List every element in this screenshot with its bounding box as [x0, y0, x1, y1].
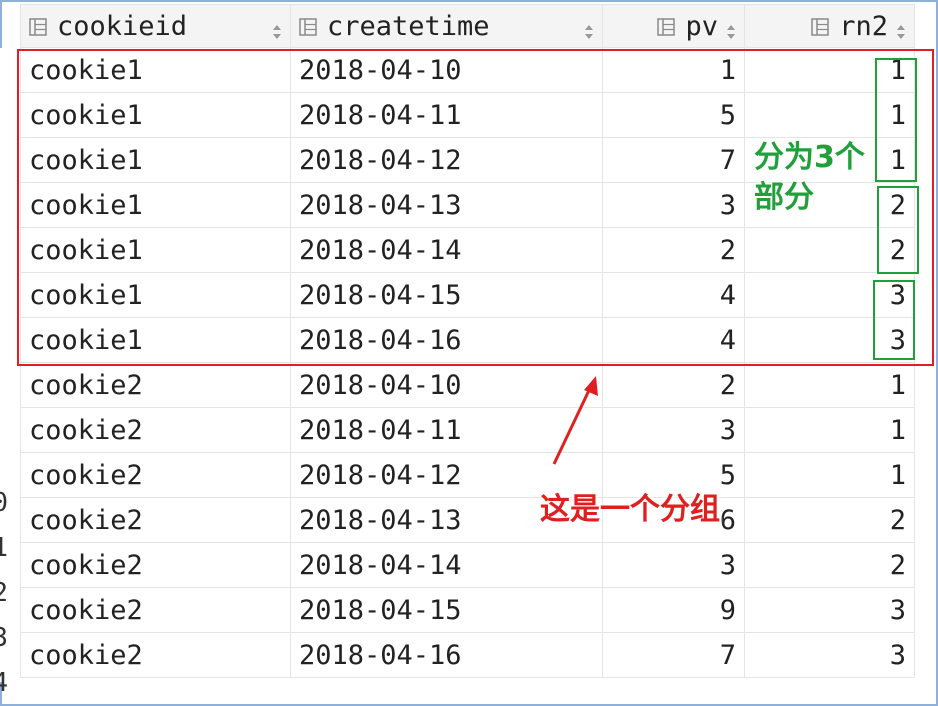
gutter-number: 0 — [0, 488, 8, 518]
cell-rn2[interactable]: 2 — [744, 497, 915, 543]
group-annotation: 这是一个分组 — [540, 492, 720, 527]
partition-box-3 — [873, 280, 915, 360]
column-header-rn2[interactable]: rn2 — [744, 4, 915, 48]
cell-cookieid[interactable]: cookie2 — [20, 587, 291, 633]
column-icon — [299, 17, 319, 36]
cell-pv[interactable]: 3 — [602, 407, 745, 453]
cell-cookieid[interactable]: cookie2 — [20, 497, 291, 543]
sort-arrows-icon[interactable] — [272, 17, 282, 39]
cell-cookieid[interactable]: cookie2 — [20, 542, 291, 588]
arrow-icon — [552, 376, 598, 465]
table-row[interactable]: cookie2 2018-04-15 9 3 — [20, 587, 915, 633]
table-row[interactable]: cookie2 2018-04-16 7 3 — [20, 632, 915, 678]
column-header-label: rn2 — [839, 10, 888, 42]
cell-createtime[interactable]: 2018-04-16 — [290, 632, 603, 678]
cell-cookieid[interactable]: cookie2 — [20, 632, 291, 678]
cell-rn2[interactable]: 3 — [744, 587, 915, 633]
cell-rn2[interactable]: 1 — [744, 362, 915, 408]
cell-createtime[interactable]: 2018-04-14 — [290, 542, 603, 588]
column-header-label: cookieid — [57, 10, 188, 42]
table-row[interactable]: cookie2 2018-04-12 5 1 — [20, 452, 915, 498]
sort-arrows-icon[interactable] — [584, 17, 594, 39]
column-header-label: createtime — [327, 10, 490, 42]
sort-arrows-icon[interactable] — [896, 17, 906, 39]
column-header-cookieid[interactable]: cookieid — [20, 4, 291, 48]
cell-rn2[interactable]: 1 — [744, 407, 915, 453]
column-icon — [811, 17, 831, 36]
table-row[interactable]: cookie2 2018-04-10 2 1 — [20, 362, 915, 408]
row-number-gutter: 0 1 2 3 4 — [0, 48, 18, 698]
cell-cookieid[interactable]: cookie2 — [20, 362, 291, 408]
cell-rn2[interactable]: 1 — [744, 452, 915, 498]
gutter-number: 3 — [0, 623, 8, 653]
cell-cookieid[interactable]: cookie2 — [20, 452, 291, 498]
column-icon — [29, 17, 49, 36]
sort-arrows-icon[interactable] — [726, 17, 736, 39]
cell-pv[interactable]: 7 — [602, 632, 745, 678]
column-header-label: pv — [685, 10, 718, 42]
cell-cookieid[interactable]: cookie2 — [20, 407, 291, 453]
cell-rn2[interactable]: 2 — [744, 542, 915, 588]
column-header-pv[interactable]: pv — [602, 4, 745, 48]
header-row: cookieid createtime pv rn2 — [20, 4, 915, 48]
table-row[interactable]: cookie2 2018-04-13 6 2 — [20, 497, 915, 543]
gutter-number: 4 — [0, 668, 8, 698]
cell-rn2[interactable]: 3 — [744, 632, 915, 678]
table-row[interactable]: cookie2 2018-04-11 3 1 — [20, 407, 915, 453]
column-header-createtime[interactable]: createtime — [290, 4, 603, 48]
cell-pv[interactable]: 9 — [602, 587, 745, 633]
column-icon — [657, 17, 677, 36]
gutter-number: 1 — [0, 533, 8, 563]
cell-pv[interactable]: 2 — [602, 362, 745, 408]
table-row[interactable]: cookie2 2018-04-14 3 2 — [20, 542, 915, 588]
cell-pv[interactable]: 3 — [602, 542, 745, 588]
cell-createtime[interactable]: 2018-04-15 — [290, 587, 603, 633]
partition-annotation: 分为3个部分 — [754, 140, 865, 215]
gutter-number: 2 — [0, 578, 8, 608]
